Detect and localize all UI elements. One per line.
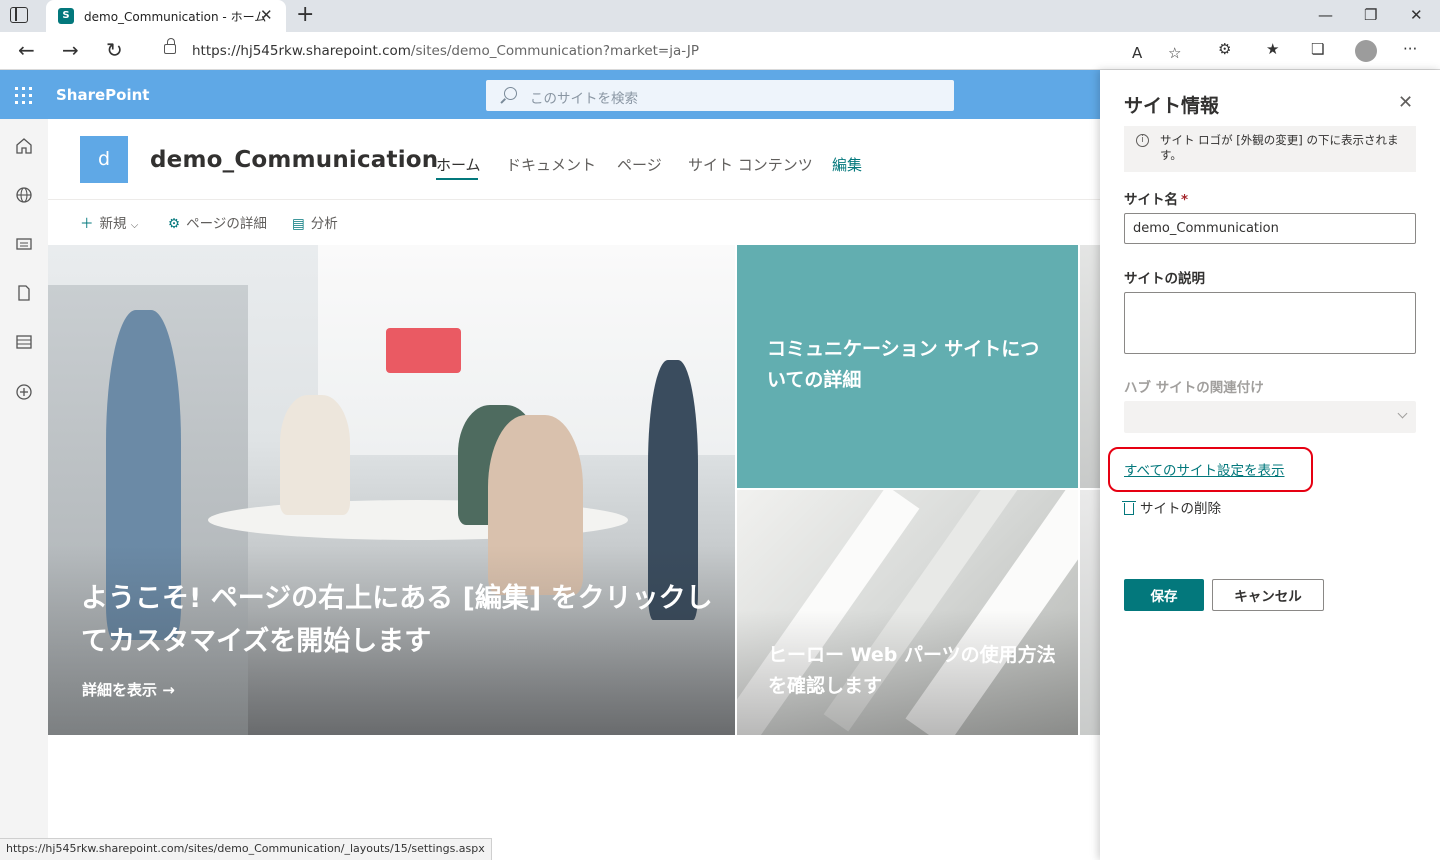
hero-tile-webpart-text: ヒーロー Web パーツの使用方法を確認します [768,644,1056,697]
app-launcher-icon[interactable] [15,87,32,104]
all-site-settings-link[interactable]: すべてのサイト設定を表示 [1124,459,1285,479]
page-details-button[interactable]: ⚙ ページの詳細 [168,212,267,232]
cancel-button[interactable]: キャンセル [1212,579,1324,611]
site-info-panel: サイト情報 ✕ i サイト ロゴが [外観の変更] の下に表示されます。 サイト… [1100,70,1440,860]
hero-tile-webpart[interactable]: ヒーロー Web パーツの使用方法を確認します [737,490,1078,735]
nav-active-indicator [436,178,478,180]
search-placeholder: このサイトを検索 [530,91,638,107]
news-icon[interactable] [15,235,33,253]
save-button[interactable]: 保存 [1124,579,1204,611]
hero-photo-lamp [386,328,461,373]
header-divider [48,199,1100,200]
hero-tile-partial[interactable] [1080,245,1100,488]
hero-tile-partial[interactable] [1080,490,1100,735]
lock-icon[interactable] [164,38,176,54]
window-close-icon[interactable]: ✕ [1410,6,1423,24]
hero-main-tile[interactable]: ようこそ! ページの右上にある [編集] をクリックしてカスタマイズを開始します… [48,245,735,735]
collections-icon[interactable]: ❏ [1311,40,1324,58]
forward-icon[interactable]: → [62,38,79,62]
refresh-icon[interactable]: ↻ [106,38,123,62]
app-rail [0,119,48,860]
nav-site-contents[interactable]: サイト コンテンツ [688,154,813,175]
required-mark: * [1181,192,1189,208]
more-icon[interactable]: ··· [1403,40,1417,58]
back-icon[interactable]: ← [18,38,35,62]
delete-site-button[interactable]: サイトの削除 [1122,497,1221,517]
profile-avatar[interactable] [1355,40,1377,62]
nav-pages[interactable]: ページ [617,154,662,175]
chart-icon: ▤ [292,216,305,232]
new-button[interactable]: ＋新規 ⌵ [80,212,138,232]
tab-close-icon[interactable]: ✕ [260,6,273,24]
chevron-down-icon: ⌵ [130,220,139,231]
hero-tile-communication[interactable]: コミュニケーション サイトについての詳細 [737,245,1078,488]
add-favorite-icon[interactable]: ☆ [1168,44,1181,62]
hub-association-dropdown[interactable] [1124,401,1416,433]
nav-home[interactable]: ホーム [436,154,481,175]
gear-icon: ⚙ [168,216,181,232]
site-name-input[interactable]: demo_Communication [1124,213,1416,244]
site-description-textarea[interactable] [1124,292,1416,354]
nav-edit[interactable]: 編集 [832,154,862,175]
hero-heading: ようこそ! ページの右上にある [編集] をクリックしてカスタマイズを開始します [81,583,713,657]
hero-photo-person [280,395,350,515]
info-message: i サイト ロゴが [外観の変更] の下に表示されます。 [1124,126,1416,172]
trash-icon [1122,501,1136,515]
close-icon[interactable]: ✕ [1398,92,1413,113]
site-name-label: サイト名 * [1124,192,1189,208]
tab-actions-icon[interactable] [10,7,28,23]
list-icon[interactable] [15,333,33,351]
info-text: サイト ロゴが [外観の変更] の下に表示されます。 [1160,133,1399,162]
site-description-label: サイトの説明 [1124,271,1205,287]
restore-icon[interactable]: ❐ [1364,6,1377,24]
url-field[interactable]: https://hj545rkw.sharepoint.com/sites/de… [144,36,1208,66]
hero-tile-communication-text: コミュニケーション サイトについての詳細 [767,338,1040,391]
browser-tab[interactable]: S demo_Communication - ホーム ✕ [46,0,286,32]
sharepoint-favicon-icon: S [58,8,74,24]
site-logo[interactable]: d [80,136,128,183]
status-bar-url: https://hj545rkw.sharepoint.com/sites/de… [0,838,492,860]
minimize-icon[interactable]: — [1318,6,1333,24]
suite-bar: SharePoint このサイトを検索 [0,70,1100,119]
arrow-right-icon: → [162,681,175,699]
nav-documents[interactable]: ドキュメント [506,154,596,175]
extensions-icon[interactable]: ⚙ [1218,40,1231,58]
favorites-icon[interactable]: ★ [1266,40,1279,58]
plus-icon: ＋ [80,216,94,232]
panel-title: サイト情報 [1124,95,1220,117]
sharepoint-brand[interactable]: SharePoint [56,86,149,104]
address-bar: ← → ↻ https://hj545rkw.sharepoint.com/si… [0,32,1440,70]
hub-association-label: ハブ サイトの関連付け [1124,380,1264,396]
site-title[interactable]: demo_Communication [150,147,438,173]
hero-see-more-link[interactable]: 詳細を表示 → [82,679,175,700]
document-icon[interactable] [15,284,33,302]
new-tab-icon[interactable]: + [296,3,314,27]
browser-tab-bar: S demo_Communication - ホーム ✕ + — ❐ ✕ [0,0,1440,32]
read-aloud-icon[interactable]: A [1132,44,1142,62]
analytics-button[interactable]: ▤ 分析 [292,212,338,232]
site-search-input[interactable]: このサイトを検索 [486,80,954,111]
globe-icon[interactable] [15,186,33,204]
create-icon[interactable] [15,383,33,401]
tab-title: demo_Communication - ホーム [84,10,267,24]
url-text: https://hj545rkw.sharepoint.com/sites/de… [192,43,700,59]
home-icon[interactable] [15,137,33,155]
search-icon [504,87,517,100]
info-icon: i [1136,134,1149,147]
chevron-down-icon [1397,408,1408,419]
